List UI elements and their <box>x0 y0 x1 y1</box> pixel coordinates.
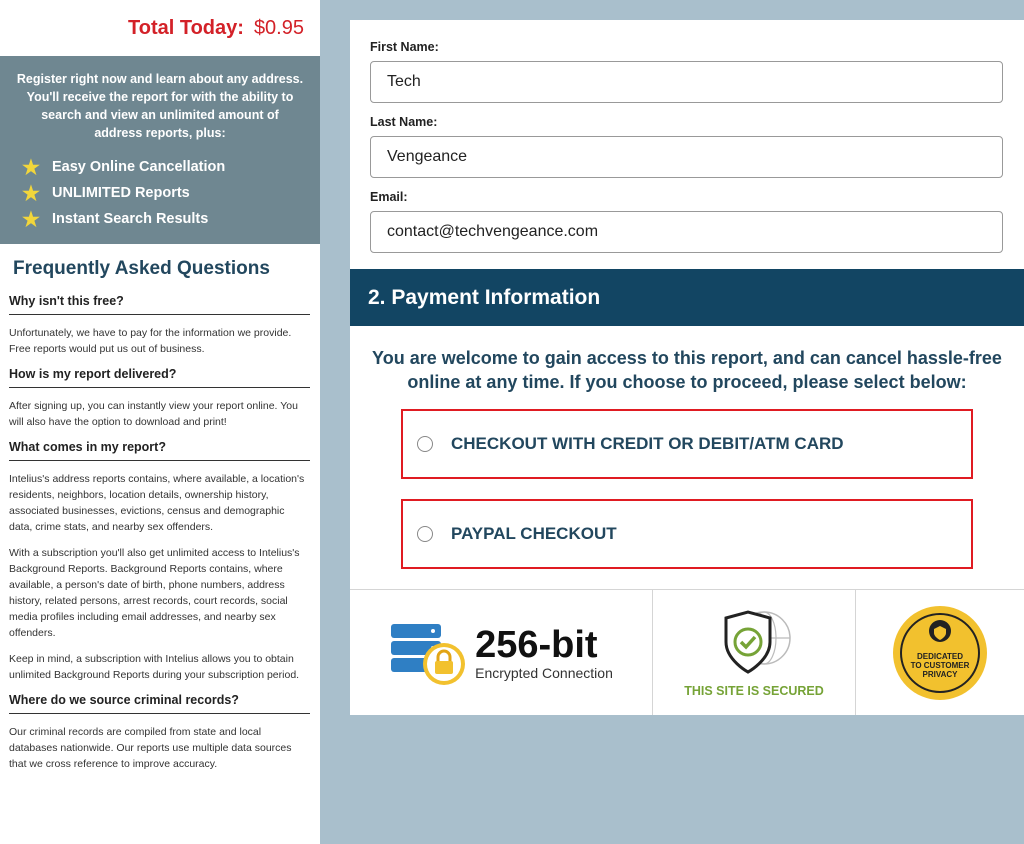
privacy-badge: DEDICATED TO CUSTOMER PRIVACY <box>856 590 1024 715</box>
faq-question: How is my report delivered? <box>9 367 310 388</box>
contact-form: First Name: Last Name: Email: <box>350 20 1024 265</box>
faq-answer: Keep in mind, a subscription with Inteli… <box>9 653 300 681</box>
shield-check-icon <box>724 609 791 674</box>
faq-answer: Our criminal records are compiled from s… <box>9 726 292 770</box>
privacy-seal-icon: DEDICATED TO CUSTOMER PRIVACY <box>893 605 987 700</box>
star-icon: ★ <box>22 208 40 231</box>
bits-sub-label: Encrypted Connection <box>475 664 613 681</box>
server-lock-icon <box>391 623 466 685</box>
promo-text: Register right now and learn about any a… <box>16 72 304 140</box>
benefit-label: Easy Online Cancellation <box>52 159 226 175</box>
left-column: Total Today: $0.95 Register right now an… <box>0 0 320 844</box>
last-name-label: Last Name: <box>370 115 438 129</box>
secured-label: THIS SITE IS SECURED <box>684 683 824 698</box>
bits-label: 256-bit <box>475 623 598 666</box>
checkout-card-option[interactable]: CHECKOUT WITH CREDIT OR DEBIT/ATM CARD <box>401 409 973 479</box>
benefit-item: ★ Instant Search Results <box>22 206 304 232</box>
encryption-badge: 256-bit Encrypted Connection <box>350 590 653 715</box>
promo-box: Register right now and learn about any a… <box>0 56 320 244</box>
first-name-label: First Name: <box>370 40 439 54</box>
benefit-item: ★ UNLIMITED Reports <box>22 180 304 206</box>
faq-title: Frequently Asked Questions <box>13 258 270 279</box>
total-label: Total Today: <box>128 16 244 39</box>
svg-text:TO CUSTOMER: TO CUSTOMER <box>911 661 970 670</box>
faq-answer: Intelius's address reports contains, whe… <box>9 473 305 533</box>
card-radio[interactable] <box>417 436 433 452</box>
benefit-label: UNLIMITED Reports <box>52 185 190 201</box>
last-name-input[interactable] <box>370 136 1003 178</box>
benefit-label: Instant Search Results <box>52 211 209 227</box>
secured-badge: THIS SITE IS SECURED <box>653 590 856 715</box>
first-name-input[interactable] <box>370 61 1003 103</box>
benefit-list: ★ Easy Online Cancellation ★ UNLIMITED Rep… <box>22 154 304 232</box>
paypal-option-label: PAYPAL CHECKOUT <box>451 524 617 543</box>
faq-section: Frequently Asked Questions Why isn't thi… <box>0 244 320 772</box>
payment-welcome-text: You are welcome to gain access to this r… <box>372 348 1002 392</box>
star-icon: ★ <box>22 182 40 205</box>
total-value: $0.95 <box>253 16 304 39</box>
order-total: Total Today: $0.95 <box>0 0 320 56</box>
paypal-radio[interactable] <box>417 526 433 542</box>
checkout-paypal-option[interactable]: PAYPAL CHECKOUT <box>401 499 973 569</box>
faq-question: Why isn't this free? <box>9 294 310 315</box>
email-label: Email: <box>370 190 408 204</box>
faq-answer: Unfortunately, we have to pay for the in… <box>9 327 292 355</box>
card-option-label: CHECKOUT WITH CREDIT OR DEBIT/ATM CARD <box>451 434 844 453</box>
faq-answer: With a subscription you'll also get unli… <box>9 547 300 639</box>
payment-header: 2. Payment Information <box>350 269 1024 326</box>
benefit-item: ★ Easy Online Cancellation <box>22 154 304 180</box>
trust-badges: 256-bit Encrypted Connection THIS SITE I… <box>350 589 1024 715</box>
checkout-panel: First Name: Last Name: Email: 2. Payment… <box>350 20 1024 715</box>
faq-answer: After signing up, you can instantly view… <box>9 400 298 428</box>
svg-text:PRIVACY: PRIVACY <box>923 670 959 679</box>
encryption-text: 256-bit Encrypted Connection <box>475 625 613 681</box>
star-icon: ★ <box>22 156 40 179</box>
svg-text:DEDICATED: DEDICATED <box>917 652 963 661</box>
faq-question: Where do we source criminal records? <box>9 693 310 714</box>
email-input[interactable] <box>370 211 1003 253</box>
faq-question: What comes in my report? <box>9 440 310 461</box>
